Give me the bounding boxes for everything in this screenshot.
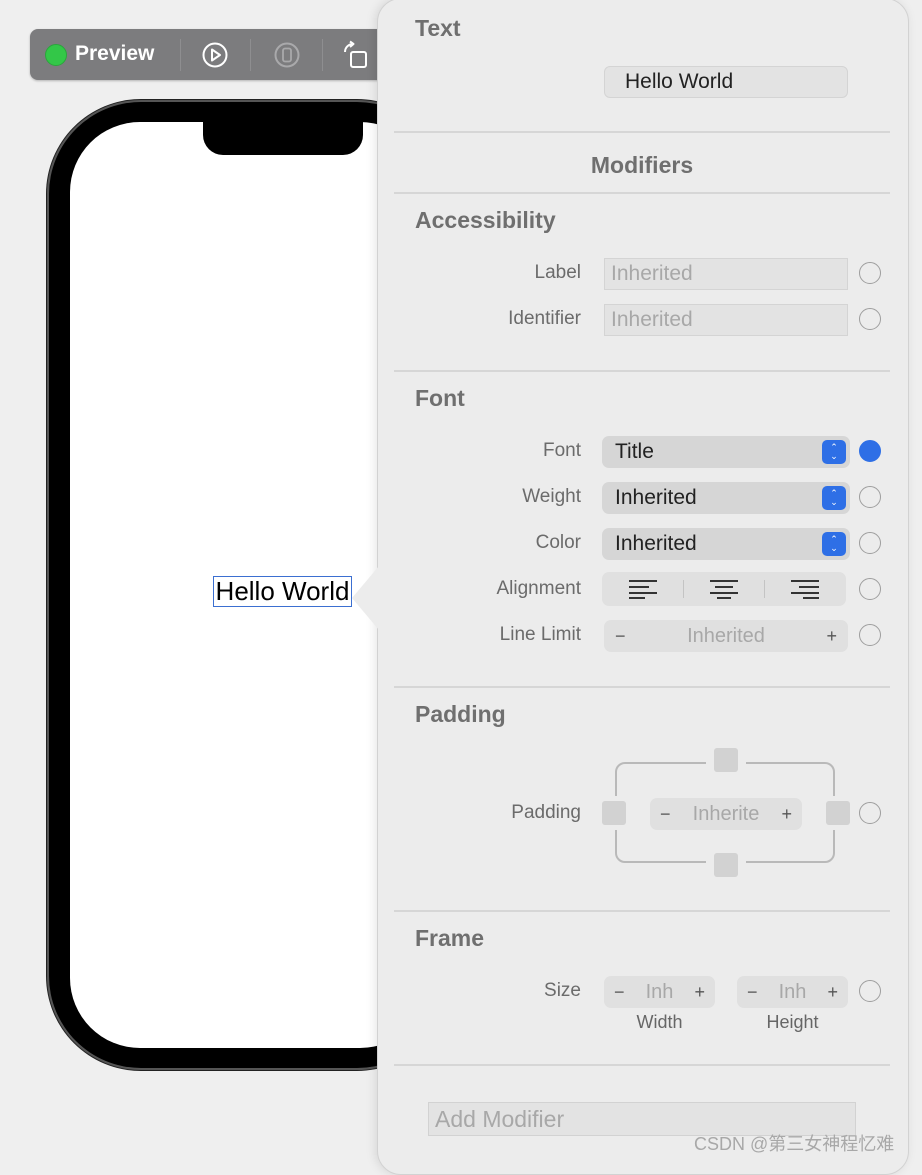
padding-increment-button[interactable]: + [781, 798, 792, 830]
align-leading-button[interactable] [602, 572, 683, 606]
accessibility-identifier-field[interactable]: Inherited [604, 304, 848, 336]
watermark-text: CSDN @第三女神程忆难 [694, 1134, 895, 1154]
color-row-label: Color [535, 532, 581, 553]
text-section-title: Text [415, 15, 461, 41]
toolbar-divider [322, 39, 323, 71]
width-stepper: Inh − + [604, 976, 715, 1008]
divider [394, 192, 890, 194]
divider [394, 370, 890, 372]
alignment-row-label: Alignment [496, 578, 582, 599]
line-limit-value[interactable]: Inherited [604, 620, 848, 652]
padding-stepper: Inherite − + [650, 798, 802, 830]
align-left-icon [628, 580, 657, 599]
weight-row-label: Weight [522, 486, 581, 507]
line-limit-increment-button[interactable]: + [826, 620, 837, 652]
accessibility-section-title: Accessibility [415, 207, 556, 233]
height-decrement-button[interactable]: − [747, 976, 758, 1008]
rotate-device-button[interactable] [339, 39, 371, 71]
toolbar-divider [180, 39, 181, 71]
line-limit-row-label: Line Limit [499, 624, 581, 645]
line-limit-stepper: Inherited − + [604, 620, 848, 652]
padding-trailing-checkbox[interactable] [826, 801, 850, 825]
padding-row-label: Padding [511, 802, 581, 823]
accessibility-label-field[interactable]: Inherited [604, 258, 848, 290]
size-row-label: Size [544, 980, 581, 1001]
device-circle-icon [274, 42, 300, 68]
align-trailing-button[interactable] [764, 572, 845, 606]
identifier-row-label: Identifier [508, 308, 581, 329]
height-increment-button[interactable]: + [827, 976, 838, 1008]
accessibility-label-toggle[interactable] [859, 262, 881, 284]
padding-bottom-checkbox[interactable] [714, 853, 738, 877]
device-notch [203, 115, 363, 155]
align-center-button[interactable] [683, 572, 764, 606]
alignment-toggle[interactable] [859, 578, 881, 600]
chevron-up-down-icon: ⌃ ⌄ [822, 532, 846, 556]
font-toggle[interactable] [859, 440, 881, 462]
divider [394, 131, 890, 133]
divider [394, 910, 890, 912]
alignment-segmented-control [602, 572, 846, 606]
padding-section-title: Padding [415, 701, 506, 727]
padding-value[interactable]: Inherite [650, 798, 802, 830]
popover-arrow [352, 566, 379, 630]
weight-popup-value: Inherited [615, 486, 697, 509]
weight-toggle[interactable] [859, 486, 881, 508]
frame-size-toggle[interactable] [859, 980, 881, 1002]
color-popup[interactable]: Inherited ⌃ ⌄ [602, 528, 850, 560]
toolbar-divider [250, 39, 251, 71]
padding-decrement-button[interactable]: − [660, 798, 671, 830]
divider [394, 686, 890, 688]
live-status-indicator [45, 44, 67, 66]
rotate-icon [344, 40, 367, 68]
width-caption: Width [636, 1012, 683, 1032]
chevron-up-down-icon: ⌃ ⌄ [822, 440, 846, 464]
width-increment-button[interactable]: + [694, 976, 705, 1008]
padding-leading-checkbox[interactable] [602, 801, 626, 825]
hello-world-text-selected[interactable]: Hello World [213, 576, 352, 607]
align-center-icon [709, 580, 738, 599]
color-toggle[interactable] [859, 532, 881, 554]
font-popup-value: Title [615, 440, 654, 463]
preview-toolbar: Preview [30, 29, 410, 80]
font-row-label: Font [542, 440, 581, 461]
font-section-title: Font [415, 385, 465, 411]
live-preview-button[interactable] [199, 39, 231, 71]
line-limit-toggle[interactable] [859, 624, 881, 646]
frame-section-title: Frame [415, 925, 485, 951]
padding-top-checkbox[interactable] [714, 748, 738, 772]
modifiers-title: Modifiers [590, 152, 694, 178]
preview-label: Preview [75, 42, 155, 65]
padding-toggle[interactable] [859, 802, 881, 824]
preview-on-device-button[interactable] [271, 39, 303, 71]
line-limit-decrement-button[interactable]: − [615, 620, 626, 652]
align-right-icon [790, 580, 819, 599]
width-decrement-button[interactable]: − [614, 976, 625, 1008]
height-stepper: Inh − + [737, 976, 848, 1008]
label-row-label: Label [534, 262, 582, 283]
play-circle-icon [202, 42, 228, 68]
font-popup[interactable]: Title ⌃ ⌄ [602, 436, 850, 468]
text-value-field[interactable]: Hello World [604, 66, 848, 98]
weight-popup[interactable]: Inherited ⌃ ⌄ [602, 482, 850, 514]
chevron-up-down-icon: ⌃ ⌄ [822, 486, 846, 510]
color-popup-value: Inherited [615, 532, 697, 555]
height-caption: Height [766, 1012, 819, 1032]
divider [394, 1064, 890, 1066]
accessibility-identifier-toggle[interactable] [859, 308, 881, 330]
